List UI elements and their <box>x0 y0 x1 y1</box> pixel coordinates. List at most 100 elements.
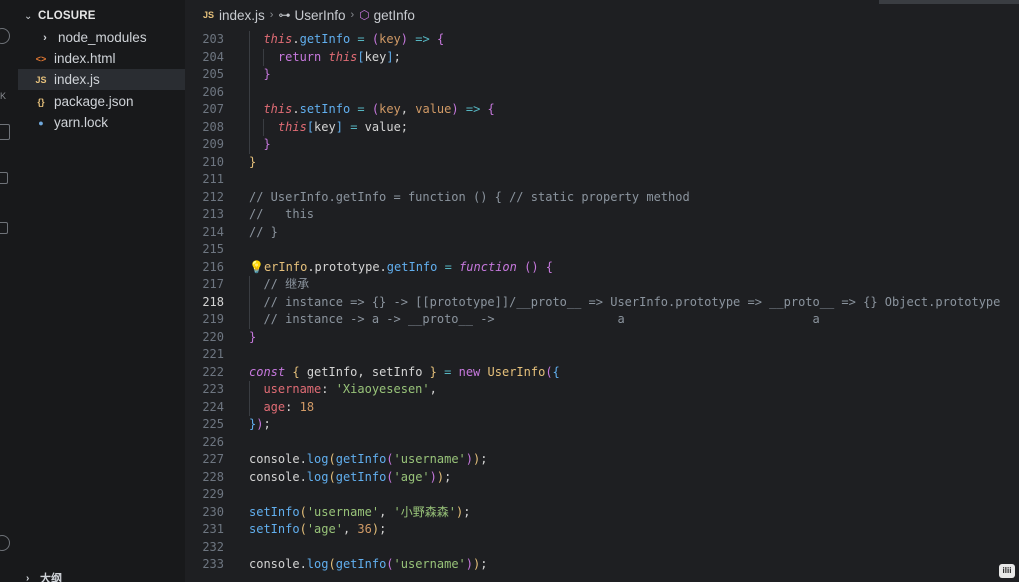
js-file-icon: JS <box>203 10 215 20</box>
code-line: 212// UserInfo.getInfo = function () { /… <box>185 189 1019 207</box>
line-number: 210 <box>202 154 224 169</box>
line-number: 229 <box>202 487 224 501</box>
code-line: 228 console.log(getInfo('age')); <box>185 469 1019 487</box>
code-line: 203 this.getInfo = (key) => { <box>185 31 1019 49</box>
folder-title: CLOSURE <box>38 10 96 22</box>
code-line: 221 <box>185 346 1019 364</box>
line-number: 215 <box>202 242 224 256</box>
code-line: 225}); <box>185 416 1019 434</box>
tree-item-index-js[interactable]: JS index.js <box>18 69 185 90</box>
code-line: 204 return this[key]; <box>185 48 1019 66</box>
line-number: 216 <box>202 259 224 274</box>
code-line: 207 this.setInfo = (key, value) => { <box>185 101 1019 119</box>
line-number: 225 <box>202 417 224 431</box>
line-number: 224 <box>202 399 224 414</box>
line-number: 226 <box>202 434 224 449</box>
line-number: 227 <box>202 452 224 466</box>
code-line: 206 <box>185 83 1019 101</box>
code-area[interactable]: 203 this.getInfo = (key) => { 204 return… <box>185 31 1019 574</box>
line-number: 205 <box>202 67 224 81</box>
tree-item-yarn-lock[interactable]: ● yarn.lock <box>18 112 185 133</box>
code-line: 222 const { getInfo, setInfo } = new User… <box>185 364 1019 382</box>
line-number: 219 <box>202 312 224 326</box>
line-number: 221 <box>202 347 224 361</box>
code-line: 217 // 继承 <box>185 276 1019 294</box>
line-number: 208 <box>202 119 224 134</box>
folder-header[interactable]: ⌄ CLOSURE <box>18 6 185 26</box>
code-line: 213// this <box>185 206 1019 224</box>
lightbulb-icon: 💡 <box>249 259 264 274</box>
class-symbol-icon: ⊶ <box>278 8 291 22</box>
line-number: 212 <box>202 189 224 204</box>
code-line: 220} <box>185 329 1019 347</box>
js-file-icon: JS <box>35 74 47 85</box>
tree-item-package-json[interactable]: {} package.json <box>18 91 185 112</box>
line-number: 232 <box>202 539 224 554</box>
outline-section[interactable]: › 大纲 <box>18 570 62 582</box>
outline-label: 大纲 <box>40 573 62 582</box>
code-line: 233 console.log(getInfo('username')); <box>185 556 1019 574</box>
code-line: 224 age: 18 <box>185 398 1019 416</box>
line-number: 207 <box>202 102 224 116</box>
activity-bar: K <box>0 0 18 582</box>
code-editor[interactable]: JS index.js › ⊶ UserInfo › ⬡ getInfo 203… <box>185 0 1019 582</box>
line-number: 206 <box>202 84 224 99</box>
breadcrumb-file[interactable]: index.js <box>219 8 265 23</box>
code-line: 226 <box>185 434 1019 452</box>
method-symbol-icon: ⬡ <box>359 8 370 22</box>
tree-item-label: node_modules <box>58 30 147 45</box>
line-number: 214 <box>202 224 224 239</box>
code-line: 232 <box>185 539 1019 557</box>
line-number: 228 <box>202 469 224 484</box>
chevron-right-icon: › <box>350 9 355 21</box>
code-line: 215 <box>185 241 1019 259</box>
json-file-icon: {} <box>37 96 45 107</box>
line-number: 204 <box>202 49 224 64</box>
extensions-icon[interactable] <box>0 172 8 184</box>
code-line: 231 setInfo('age', 36); <box>185 521 1019 539</box>
yarn-file-icon: ● <box>38 117 44 128</box>
activity-label: K <box>0 91 7 101</box>
line-number: 211 <box>202 172 224 186</box>
code-line: 216 💡erInfo.prototype.getInfo = function … <box>185 259 1019 277</box>
code-line: 227 console.log(getInfo('username')); <box>185 451 1019 469</box>
tree-item-label: index.js <box>54 72 100 87</box>
tree-item-node-modules[interactable]: › node_modules <box>18 27 185 48</box>
tree-item-label: index.html <box>54 51 116 66</box>
app-badge-icon: ilii <box>999 564 1015 578</box>
line-number: 217 <box>202 277 224 291</box>
code-line: 211 <box>185 171 1019 189</box>
tree-item-label: yarn.lock <box>54 115 109 130</box>
search-icon[interactable] <box>0 28 10 44</box>
breadcrumb-class[interactable]: UserInfo <box>294 8 345 23</box>
code-line: 208 this[key] = value; <box>185 118 1019 136</box>
code-line: 205 } <box>185 66 1019 84</box>
line-number: 209 <box>202 137 224 151</box>
line-number: 233 <box>202 557 224 571</box>
line-number: 222 <box>202 364 224 379</box>
line-number: 223 <box>202 382 224 396</box>
code-line: 219 // instance -> a -> __proto__ -> a a <box>185 311 1019 329</box>
code-line: 230 setInfo('username', '小野森森'); <box>185 504 1019 522</box>
line-number: 230 <box>202 504 224 519</box>
code-line: 218 // instance => {} -> [[prototype]]/_… <box>185 293 1019 311</box>
code-line: 214// } <box>185 224 1019 242</box>
code-line: 223 username: 'Xiaoyesesen', <box>185 381 1019 399</box>
code-line: 229 <box>185 486 1019 504</box>
code-line: 210} <box>185 154 1019 172</box>
remote-icon[interactable] <box>0 222 8 234</box>
html-file-icon: <> <box>35 53 47 64</box>
breadcrumb-method[interactable]: getInfo <box>374 8 415 23</box>
line-number: 203 <box>202 32 224 46</box>
line-number: 218 <box>202 294 224 309</box>
run-debug-icon[interactable] <box>0 124 10 140</box>
line-number: 213 <box>202 207 224 221</box>
tree-item-index-html[interactable]: <> index.html <box>18 48 185 69</box>
line-number: 220 <box>202 329 224 344</box>
account-icon[interactable] <box>0 535 10 551</box>
explorer-sidebar: ⌄ CLOSURE › node_modules <> index.html J… <box>18 0 185 582</box>
code-line: 209 } <box>185 136 1019 154</box>
chevron-right-icon: › <box>26 572 30 582</box>
chevron-right-icon: › <box>43 31 47 44</box>
line-number: 231 <box>202 522 224 536</box>
